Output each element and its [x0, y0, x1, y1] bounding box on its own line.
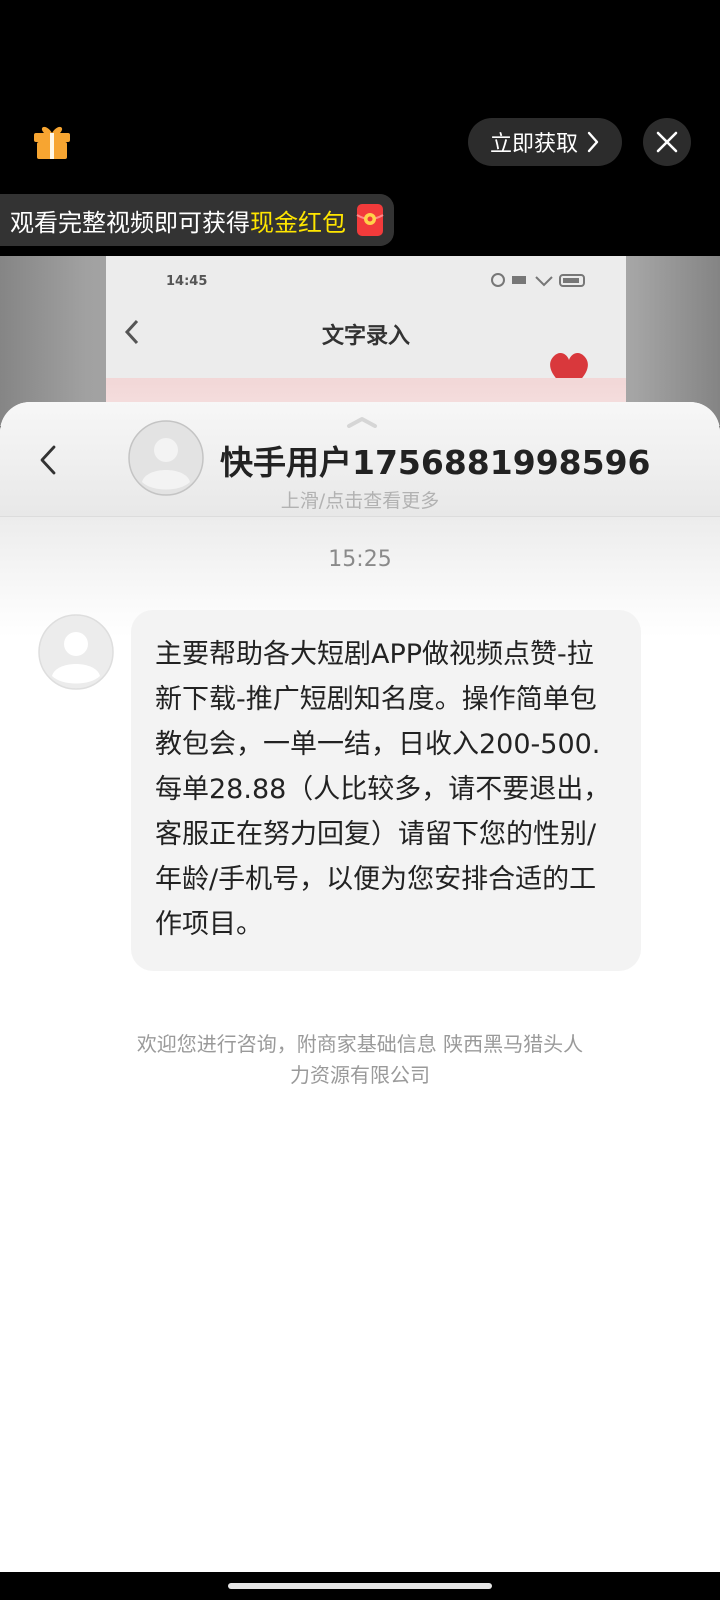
chat-title: 快手用户1756881998596 — [220, 443, 651, 482]
get-now-label: 立即获取 — [489, 132, 578, 157]
back-arrow-icon — [40, 445, 56, 475]
video-screen: 14:45 文字录入 — [106, 256, 626, 426]
promo-text: 观看完整视频即可获得 — [10, 208, 250, 237]
back-button[interactable] — [28, 438, 68, 482]
video-frame: 14:45 文字录入 — [0, 256, 720, 426]
chat-body[interactable]: 15:25 主要帮助各大短剧APP做视频点赞-拉新下载-推广短剧知名度。操作简单… — [0, 517, 720, 1572]
home-indicator[interactable] — [228, 1583, 492, 1589]
message-bubble[interactable]: 主要帮助各大短剧APP做视频点赞-拉新下载-推广短剧知名度。操作简单包教包会，一… — [131, 610, 641, 971]
chat-sheet: 快手用户1756881998596 上滑/点击查看更多 15:25 主要帮助各大… — [0, 402, 720, 1572]
chevron-right-icon — [587, 131, 599, 153]
header-hint[interactable]: 上滑/点击查看更多 — [0, 486, 720, 513]
gift-icon[interactable] — [32, 121, 72, 161]
avatar-icon[interactable] — [38, 614, 114, 690]
video-title: 文字录入 — [321, 324, 410, 349]
promo-highlight: 现金红包 — [250, 208, 346, 237]
close-icon — [656, 131, 678, 153]
red-packet-icon — [356, 204, 384, 236]
close-button[interactable] — [643, 118, 691, 166]
promo-banner[interactable]: 观看完整视频即可获得 现金红包 — [0, 194, 394, 246]
status-icons — [491, 273, 585, 287]
video-status-time: 14:45 — [166, 274, 208, 289]
pull-up-icon[interactable] — [346, 416, 378, 428]
merchant-info-note: 欢迎您进行咨询，附商家基础信息 陕西黑马猎头人力资源有限公司 — [136, 1032, 584, 1087]
get-now-button[interactable]: 立即获取 — [468, 118, 622, 166]
avatar-icon[interactable] — [128, 420, 204, 496]
chat-header[interactable]: 快手用户1756881998596 上滑/点击查看更多 — [0, 402, 720, 517]
message-timestamp: 15:25 — [328, 547, 392, 572]
